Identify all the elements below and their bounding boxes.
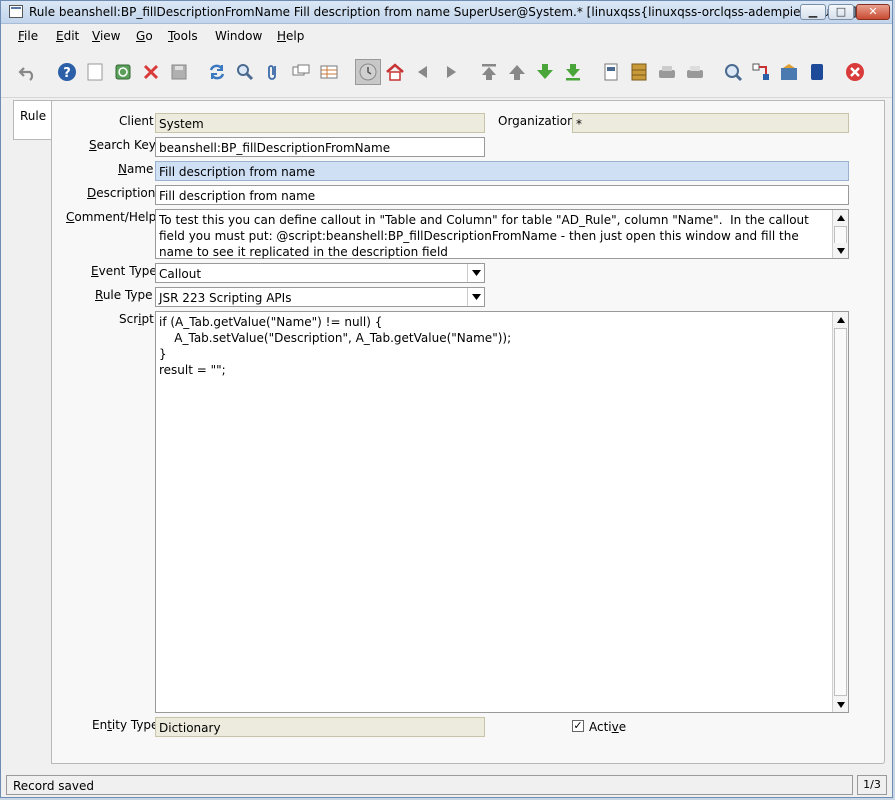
archive-icon[interactable] [628,61,650,83]
scroll-down-icon[interactable] [833,697,848,712]
parent-icon[interactable] [412,61,434,83]
menu-edit[interactable]: Edit [56,29,79,43]
report-icon[interactable] [600,61,622,83]
close-window-button[interactable]: ✕ [856,4,890,20]
rule-type-select[interactable]: JSR 223 Scripting APIs [155,287,485,307]
client-label: Client [119,114,154,128]
zoom-across-icon[interactable] [722,61,744,83]
event-type-label: Event Type [91,264,157,278]
client-field[interactable]: System [155,113,485,133]
app-window: Rule beanshell:BP_fillDescriptionFromNam… [0,0,893,798]
title-bar: Rule beanshell:BP_fillDescriptionFromNam… [1,1,892,24]
script-text: if (A_Tab.getValue("Name") != null) { A_… [159,315,512,377]
history-icon[interactable] [355,59,381,85]
menu-bar: File Edit View Go Tools Window Help [1,24,892,48]
comment-help-label: Comment/Help [66,210,157,224]
record-count[interactable]: 1/3 [857,775,887,795]
request-icon[interactable] [778,61,800,83]
script-scrollbar[interactable] [832,312,848,712]
workflow-icon[interactable] [750,61,772,83]
product-info-icon[interactable] [806,61,828,83]
window-icon [9,5,23,18]
minimize-button[interactable]: ▁ [800,4,826,20]
event-type-select[interactable]: Callout [155,263,485,283]
chevron-down-icon[interactable] [467,288,484,306]
exit-icon[interactable] [844,61,866,83]
script-label: Script [119,312,154,326]
status-message-box: Record saved [6,775,853,795]
search-key-label: Search Key [89,138,156,152]
window-title: Rule beanshell:BP_fillDescriptionFromNam… [29,5,857,19]
entity-type-field[interactable]: Dictionary [155,717,485,737]
scroll-thumb[interactable] [834,328,847,696]
organization-field[interactable]: * [572,113,849,133]
menu-go[interactable]: Go [136,29,153,43]
detail-icon[interactable] [440,61,462,83]
tab-rule[interactable]: Rule [13,100,51,140]
menu-tools[interactable]: Tools [168,29,198,43]
attachment-icon[interactable] [262,61,284,83]
scroll-down-icon[interactable] [833,243,848,258]
save-icon[interactable] [168,61,190,83]
active-label: Active [589,720,627,734]
first-record-icon[interactable] [478,61,500,83]
scroll-thumb[interactable] [834,226,847,244]
organization-label: Organization [498,114,575,128]
status-message: Record saved [13,779,94,793]
next-record-icon[interactable] [534,61,556,83]
comment-help-text: To test this you can define callout in "… [159,213,813,259]
refresh-icon[interactable] [206,61,228,83]
undo-icon[interactable] [17,61,39,83]
find-icon[interactable] [234,61,256,83]
active-checkbox[interactable]: ✓ [572,720,584,732]
previous-record-icon[interactable] [506,61,528,83]
entity-type-label: Entity Type [92,718,159,732]
name-label: Name [118,162,154,176]
toolbar: ? [1,49,892,98]
name-field[interactable]: Fill description from name [155,161,849,181]
home-icon[interactable] [384,61,406,83]
print-icon[interactable] [684,61,706,83]
description-label: Description [87,186,156,200]
maximize-button[interactable]: □ [828,4,854,20]
rule-type-label: Rule Type [95,288,153,302]
delete-icon[interactable] [140,61,162,83]
help-icon[interactable]: ? [56,61,78,83]
menu-file[interactable]: File [18,29,38,43]
search-key-field[interactable]: beanshell:BP_fillDescriptionFromName [155,137,485,157]
scroll-up-icon[interactable] [833,312,848,327]
scroll-up-icon[interactable] [833,210,848,225]
new-record-icon[interactable] [84,61,106,83]
grid-toggle-icon[interactable] [318,61,340,83]
chat-icon[interactable] [290,61,312,83]
last-record-icon[interactable] [562,61,584,83]
menu-help[interactable]: Help [277,29,304,43]
menu-view[interactable]: View [92,29,120,43]
copy-record-icon[interactable] [112,61,134,83]
print-preview-icon[interactable] [656,61,678,83]
comment-scrollbar[interactable] [832,210,848,258]
svg-text:?: ? [63,66,71,81]
comment-help-field[interactable]: To test this you can define callout in "… [155,209,849,259]
script-editor[interactable]: if (A_Tab.getValue("Name") != null) { A_… [155,311,849,713]
description-field[interactable]: Fill description from name [155,185,849,205]
chevron-down-icon[interactable] [467,264,484,282]
menu-window[interactable]: Window [215,29,262,43]
status-bar: Record saved 1/3 [1,773,892,797]
